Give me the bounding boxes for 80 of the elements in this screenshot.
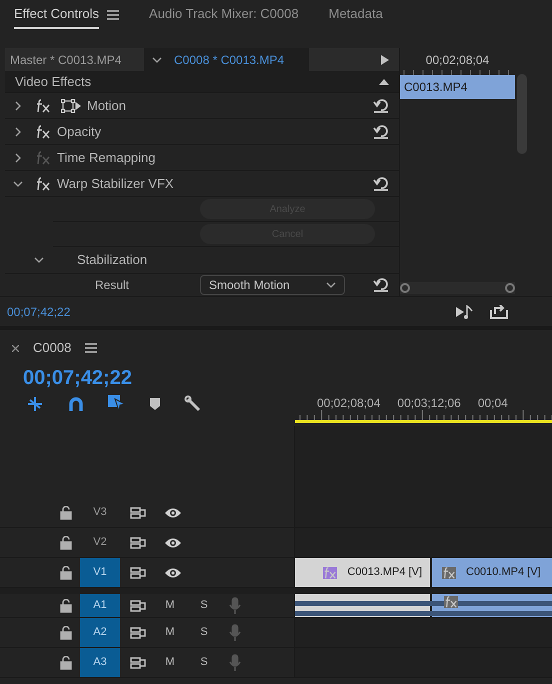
lock-icon[interactable] — [60, 656, 72, 670]
magnet-icon[interactable] — [68, 396, 84, 412]
close-icon[interactable] — [12, 344, 19, 352]
clip-selector[interactable]: C0008 * C0013.MP4 — [144, 48, 309, 72]
fx-icon[interactable] — [35, 124, 51, 138]
sequence-tab[interactable]: C0008 — [33, 338, 72, 358]
track-target[interactable]: A3 — [80, 648, 120, 677]
effect-name: Motion — [87, 96, 126, 115]
audio-clip[interactable] — [432, 594, 552, 617]
eye-icon[interactable] — [164, 506, 182, 518]
reset-icon[interactable] — [373, 98, 389, 112]
video-clip[interactable]: C0010.MP4 [V] — [432, 558, 552, 587]
track-target[interactable]: V2 — [80, 528, 120, 557]
mute-button[interactable]: M — [163, 654, 177, 671]
solo-button[interactable]: S — [197, 654, 211, 671]
master-clip-label: Master * C0013.MP4 — [9, 52, 122, 69]
lock-icon[interactable] — [60, 626, 72, 640]
track-target[interactable]: A1 — [80, 594, 120, 617]
nest-icon[interactable] — [26, 396, 44, 412]
mini-timecode: 00;02;08;04 — [424, 52, 490, 67]
collapse-icon[interactable] — [379, 78, 389, 85]
menu-icon[interactable] — [107, 10, 120, 20]
lock-icon[interactable] — [60, 536, 72, 550]
solo-button[interactable]: S — [197, 624, 211, 641]
mini-clip-bar[interactable]: C0013.MP4 — [400, 75, 515, 99]
chevron-down-icon[interactable] — [326, 280, 336, 290]
ruler-label: 00;03;12;06 — [397, 395, 461, 410]
group-name: Stabilization — [77, 251, 148, 270]
ruler-label: 00;02;08;04 — [317, 395, 380, 410]
track-target[interactable]: V1 — [80, 558, 120, 587]
sync-lock-icon[interactable] — [130, 600, 146, 612]
lock-icon[interactable] — [60, 506, 72, 520]
current-timecode[interactable]: 00;07;42;22 — [7, 302, 70, 320]
reset-icon[interactable] — [373, 278, 389, 292]
marker-icon[interactable] — [150, 398, 160, 410]
panel-tab[interactable]: Effect Controls — [14, 1, 100, 29]
sync-lock-icon[interactable] — [130, 536, 146, 548]
sync-lock-icon[interactable] — [130, 506, 146, 518]
lock-icon[interactable] — [60, 566, 72, 580]
chevron-right-icon[interactable] — [13, 100, 23, 110]
zoom-scrollbar[interactable] — [400, 282, 515, 294]
play-icon[interactable] — [381, 54, 389, 65]
video-clip[interactable]: C0013.MP4 [V] — [295, 558, 430, 587]
reset-icon[interactable] — [373, 176, 389, 190]
export-icon[interactable] — [490, 304, 508, 318]
fx-icon[interactable] — [35, 98, 51, 112]
menu-icon[interactable] — [85, 343, 98, 353]
audio-clip[interactable] — [295, 594, 430, 617]
panel-tab[interactable]: Metadata — [328, 1, 383, 29]
effect-name: Warp Stabilizer VFX — [57, 174, 174, 193]
track-target[interactable]: A2 — [80, 618, 120, 647]
mute-button[interactable]: M — [163, 597, 177, 614]
timeline-timecode[interactable]: 00;07;42;22 — [23, 366, 295, 390]
eye-icon[interactable] — [164, 536, 182, 548]
sync-lock-icon[interactable] — [130, 566, 146, 578]
param-name: Result — [95, 277, 130, 294]
clip-name: C0013.MP4 [V] — [347, 565, 422, 580]
panel-tab[interactable]: Audio Track Mixer: C0008 — [149, 1, 299, 29]
reset-icon[interactable] — [373, 124, 389, 138]
section-title: Video Effects — [15, 72, 92, 91]
sync-lock-icon[interactable] — [130, 626, 146, 638]
fx-icon[interactable] — [35, 176, 51, 190]
effect-name: Opacity — [57, 122, 102, 141]
chevron-down-icon[interactable] — [152, 54, 162, 65]
wrench-icon[interactable] — [184, 395, 202, 413]
chevron-right-icon[interactable] — [13, 152, 23, 162]
eye-icon[interactable] — [164, 566, 182, 578]
chevron-right-icon[interactable] — [13, 126, 23, 136]
chevron-down-icon[interactable] — [13, 178, 23, 188]
mute-button[interactable]: M — [163, 624, 177, 641]
ruler-label: 00;04 — [478, 395, 508, 410]
track-target[interactable]: V3 — [80, 498, 120, 527]
result-dropdown[interactable]: Smooth Motion — [200, 275, 345, 295]
solo-button[interactable]: S — [197, 597, 211, 614]
sync-lock-icon[interactable] — [130, 656, 146, 668]
effect-name: Time Remapping — [57, 148, 156, 167]
clip-name: C0010.MP4 [V] — [466, 565, 541, 580]
lock-icon[interactable] — [60, 598, 72, 612]
play-audio-icon[interactable] — [456, 304, 474, 318]
chevron-down-icon[interactable] — [34, 255, 44, 265]
